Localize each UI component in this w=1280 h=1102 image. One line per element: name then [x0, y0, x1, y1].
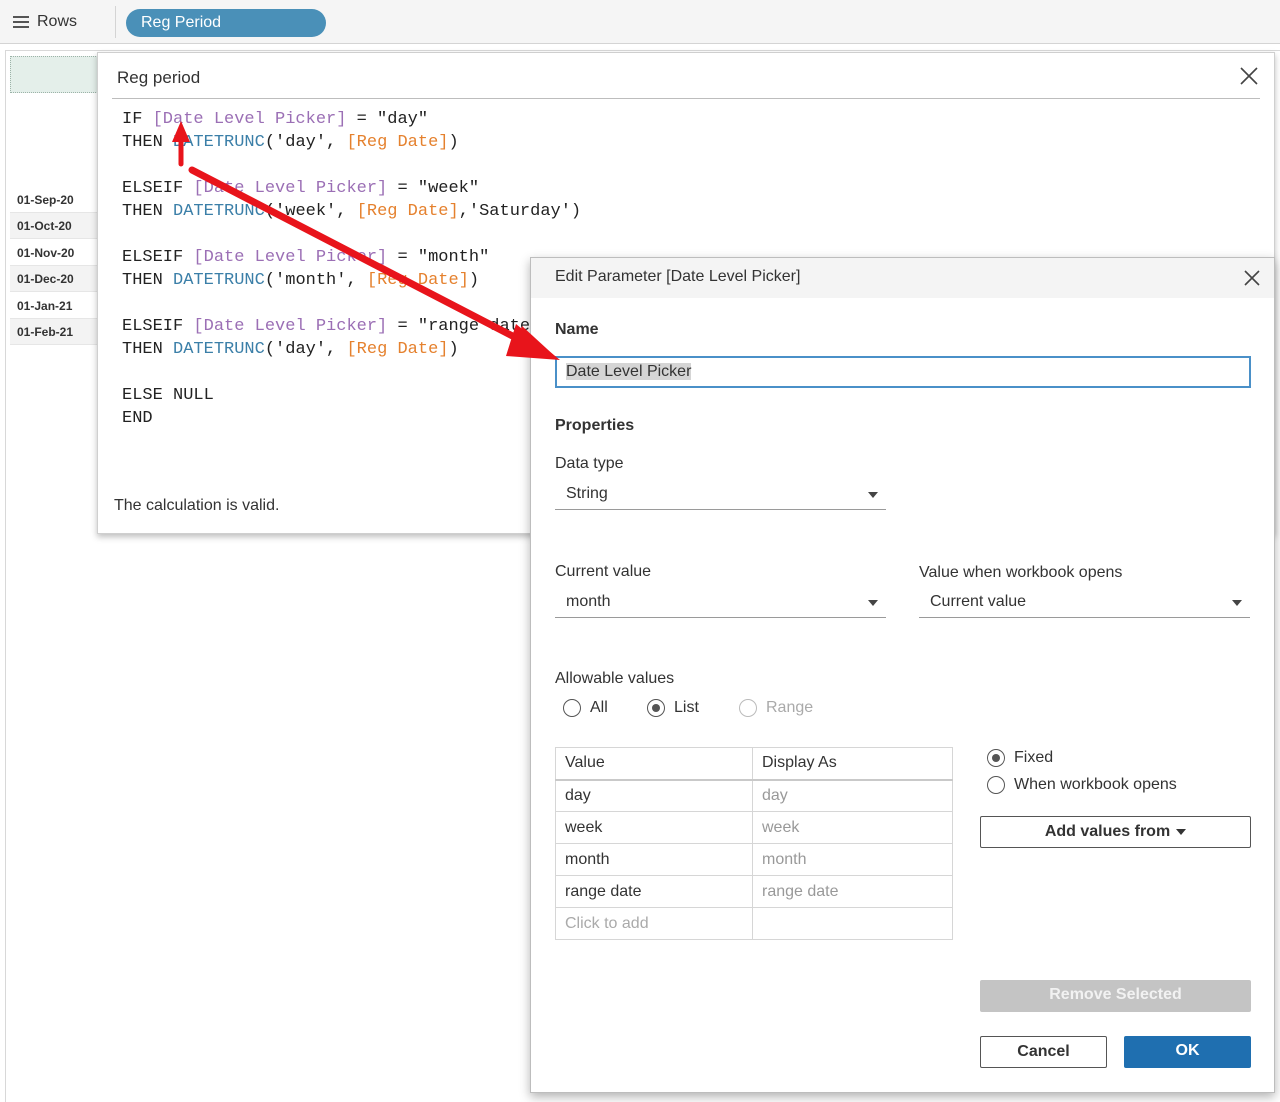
- edit-parameter-dialog: Edit Parameter [Date Level Picker] Name …: [530, 257, 1275, 1093]
- value-cell[interactable]: month: [555, 843, 753, 876]
- column-header: Display As: [752, 747, 953, 781]
- button-label: Add values from: [1044, 823, 1171, 840]
- rows-icon: [13, 15, 29, 29]
- calculation-title: Reg period: [117, 68, 201, 87]
- value-cell[interactable]: week: [555, 811, 753, 844]
- row-header[interactable]: 01-Dec-20: [10, 266, 98, 292]
- radio-selected-icon: [987, 749, 1005, 767]
- chevron-down-icon: [868, 600, 878, 606]
- formula-line: END: [122, 408, 153, 428]
- formula-line: ELSEIF [Date Level Picker] = "month": [122, 248, 490, 267]
- radio-selected-icon: [647, 699, 665, 717]
- display-cell[interactable]: day: [752, 779, 953, 812]
- ok-button[interactable]: OK: [1124, 1036, 1251, 1068]
- table-row[interactable]: range date range date: [555, 875, 953, 908]
- divider: [112, 98, 1260, 99]
- formula-line: ELSEIF [Date Level Picker] = "range date…: [122, 317, 541, 336]
- formula-line: THEN DATETRUNC('day', [Reg Date]): [122, 132, 459, 152]
- display-cell[interactable]: month: [752, 843, 953, 876]
- workbook-opens-dropdown[interactable]: Current value: [919, 588, 1250, 618]
- column-header: Value: [555, 747, 753, 781]
- data-type-label: Data type: [555, 455, 624, 472]
- table-row[interactable]: week week: [555, 811, 953, 844]
- row-header[interactable]: 01-Sep-20: [10, 187, 98, 213]
- allowable-all-radio[interactable]: All: [563, 699, 608, 717]
- formula-line: ELSE NULL: [122, 386, 214, 405]
- close-icon[interactable]: [1238, 65, 1260, 87]
- radio-label: All: [590, 699, 608, 716]
- table-header-row: Value Display As: [555, 747, 953, 781]
- add-values-from-button[interactable]: Add values from: [980, 816, 1251, 848]
- workbook-opens-value: Current value: [930, 593, 1027, 610]
- formula-line: IF [Date Level Picker] = "day": [122, 110, 429, 129]
- radio-label: List: [674, 699, 699, 716]
- formula-line: THEN DATETRUNC('day', [Reg Date]): [122, 339, 459, 359]
- display-cell[interactable]: range date: [752, 875, 953, 908]
- close-icon[interactable]: [1242, 268, 1262, 288]
- allowable-list-radio[interactable]: List: [647, 699, 699, 717]
- value-cell[interactable]: day: [555, 779, 753, 812]
- formula-line: ELSEIF [Date Level Picker] = "week": [122, 179, 480, 198]
- properties-label: Properties: [555, 417, 635, 434]
- chevron-down-icon: [1232, 600, 1242, 606]
- radio-icon: [987, 776, 1005, 794]
- remove-selected-button[interactable]: Remove Selected: [980, 980, 1251, 1012]
- display-cell[interactable]: week: [752, 811, 953, 844]
- radio-label: Range: [766, 699, 814, 716]
- current-value-label: Current value: [555, 563, 652, 580]
- chevron-down-icon: [1176, 828, 1187, 835]
- reg-period-pill[interactable]: Reg Period: [126, 9, 326, 37]
- display-cell[interactable]: [752, 907, 953, 940]
- table-row[interactable]: day day: [555, 779, 953, 812]
- dialog-title: Edit Parameter [Date Level Picker]: [555, 268, 801, 285]
- rows-label: Rows: [37, 13, 78, 30]
- formula-line: THEN DATETRUNC('week', [Reg Date],'Satur…: [122, 201, 582, 221]
- name-value: Date Level Picker: [566, 363, 692, 380]
- name-label: Name: [555, 321, 599, 338]
- formula-editor[interactable]: IF [Date Level Picker] = "day" THEN DATET…: [122, 109, 581, 430]
- current-value: month: [566, 593, 611, 610]
- rows-shelf-label: Rows: [0, 6, 116, 38]
- workbook-opens-label: Value when workbook opens: [919, 564, 1123, 581]
- radio-label: When workbook opens: [1014, 776, 1177, 793]
- current-value-dropdown[interactable]: month: [555, 588, 886, 618]
- name-field[interactable]: Date Level Picker: [555, 356, 1251, 388]
- dialog-header: Edit Parameter [Date Level Picker]: [531, 258, 1274, 298]
- rows-shelf: Rows Reg Period: [0, 0, 1280, 44]
- data-type-dropdown[interactable]: String: [555, 480, 886, 510]
- row-header[interactable]: 01-Oct-20: [10, 213, 98, 239]
- table-row-add[interactable]: Click to add: [555, 907, 953, 940]
- calculation-status: The calculation is valid.: [114, 497, 280, 514]
- cancel-button[interactable]: Cancel: [980, 1036, 1107, 1068]
- chevron-down-icon: [868, 492, 878, 498]
- values-table: Value Display As day day week week month…: [555, 747, 953, 940]
- allowable-range-radio[interactable]: Range: [739, 699, 813, 717]
- selected-header-cell[interactable]: [10, 56, 98, 93]
- radio-icon: [563, 699, 581, 717]
- row-header[interactable]: 01-Feb-21: [10, 319, 98, 345]
- formula-line: THEN DATETRUNC('month', [Reg Date]): [122, 270, 480, 290]
- data-type-value: String: [566, 485, 608, 502]
- row-header[interactable]: 01-Nov-20: [10, 240, 98, 266]
- click-to-add-cell[interactable]: Click to add: [555, 907, 753, 940]
- radio-icon: [739, 699, 757, 717]
- when-opens-radio[interactable]: When workbook opens: [987, 776, 1177, 794]
- fixed-radio[interactable]: Fixed: [987, 749, 1053, 767]
- allowable-values-label: Allowable values: [555, 670, 675, 687]
- row-header[interactable]: 01-Jan-21: [10, 293, 98, 319]
- table-row[interactable]: month month: [555, 843, 953, 876]
- value-cell[interactable]: range date: [555, 875, 753, 908]
- radio-label: Fixed: [1014, 749, 1054, 766]
